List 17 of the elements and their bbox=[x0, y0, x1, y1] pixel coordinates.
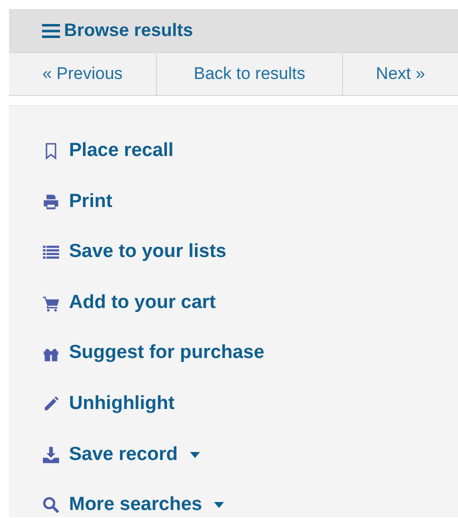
previous-link[interactable]: « Previous bbox=[9, 53, 157, 95]
action-link[interactable]: Place recall bbox=[41, 126, 174, 177]
dropdown-link[interactable]: More searches bbox=[41, 480, 224, 518]
cart-icon bbox=[41, 294, 61, 312]
printer-icon bbox=[41, 192, 61, 211]
menu-icon bbox=[42, 22, 60, 40]
action-link[interactable]: Unhighlight bbox=[41, 378, 175, 430]
back-to-results-link[interactable]: Back to results bbox=[157, 53, 343, 95]
action-link[interactable]: Suggest for purchase bbox=[41, 328, 264, 379]
action-link[interactable]: Print bbox=[41, 176, 112, 228]
action-link[interactable]: Save to your lists bbox=[41, 227, 226, 278]
action-link[interactable]: Add to your cart bbox=[41, 278, 216, 328]
dropdown-link[interactable]: Save record bbox=[41, 430, 200, 480]
list-icon bbox=[41, 243, 61, 262]
search-icon bbox=[41, 496, 61, 514]
next-link[interactable]: Next » bbox=[343, 53, 458, 95]
download-icon bbox=[41, 446, 61, 464]
